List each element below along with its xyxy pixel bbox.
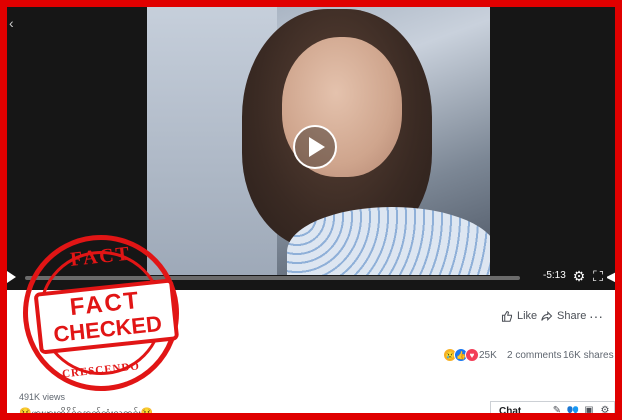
share-count[interactable]: 16K shares [563,350,614,361]
reaction-icons[interactable]: 😢 👍 ♥ [443,348,479,362]
back-icon[interactable]: ‹ [9,15,14,31]
red-frame: ‹ -5:13 ⚙ ⛶ ◀ Like Share ··· [0,0,622,420]
like-button[interactable]: Like [501,310,537,322]
view-count: 491K views [19,392,66,402]
thumbs-up-icon [501,310,513,322]
gear-icon[interactable]: ⚙ [571,268,587,284]
like-label: Like [517,310,538,322]
gear-icon[interactable]: ⚙ [599,404,611,414]
stamp-banner: FACT CHECKED [33,278,180,355]
reaction-count[interactable]: 25K [479,350,497,361]
play-icon [309,137,325,157]
volume-icon[interactable]: ◀ [607,268,615,284]
love-reaction-icon: ♥ [465,348,479,362]
control-play-icon[interactable] [7,271,16,283]
share-icon [541,310,553,322]
post-caption: 😢ဖားဖားကိုနိုင်နောက်ဆုံးသတင်း😢 [19,408,154,419]
compose-icon[interactable]: ✎ [551,404,563,414]
more-options-icon[interactable]: ··· [589,308,603,324]
fullscreen-icon[interactable]: ⛶ [590,268,606,284]
people-icon[interactable]: 👥 [567,404,579,414]
share-label: Share [557,310,587,322]
comment-count[interactable]: 2 comments [507,350,561,361]
stamp-checked-text: CHECKED [52,310,164,348]
share-button[interactable]: Share [541,310,586,322]
time-remaining: -5:13 [543,270,566,281]
play-button[interactable] [293,125,337,169]
chat-bar[interactable]: Chat ✎ 👥 ▣ ⚙ [490,401,615,417]
chat-label: Chat [499,406,522,417]
video-call-icon[interactable]: ▣ [583,404,595,414]
